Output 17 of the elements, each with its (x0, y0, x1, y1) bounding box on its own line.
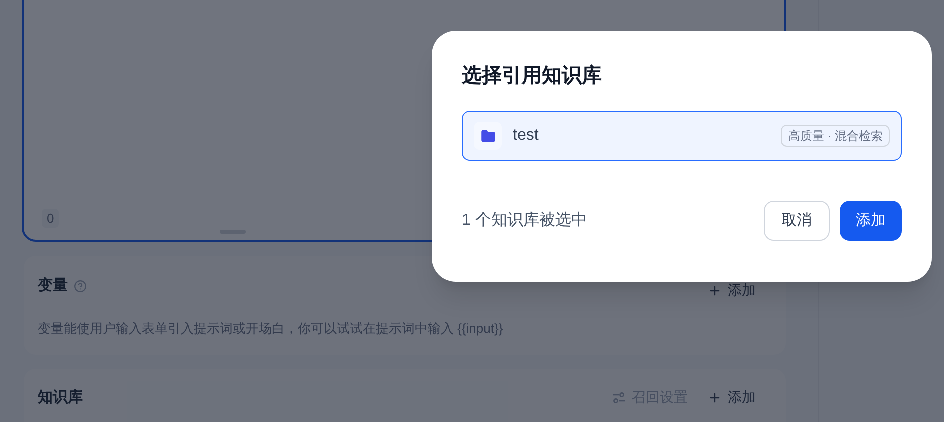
dataset-name: test (513, 126, 540, 146)
add-knowledge-button[interactable]: 添加 (708, 387, 756, 408)
dialog-title: 选择引用知识库 (462, 64, 603, 89)
dataset-mode-tag: 高质量 · 混合检索 (781, 125, 890, 147)
folder-icon (474, 122, 502, 150)
plus-icon (708, 284, 722, 298)
section-title: 变量 (38, 276, 68, 296)
cancel-button[interactable]: 取消 (764, 201, 830, 241)
settings-sliders-icon (612, 390, 626, 405)
selected-count: 1 个知识库被选中 (462, 210, 588, 231)
variables-description: 变量能使用户输入表单引入提示词或开场白，你可以试试在提示词中输入 {{input}} (38, 320, 504, 338)
help-icon[interactable] (74, 280, 87, 293)
char-count: 0 (42, 208, 60, 228)
plus-icon (708, 390, 722, 405)
add-button[interactable]: 添加 (840, 201, 902, 241)
dataset-item[interactable]: test 高质量 · 混合检索 (462, 111, 902, 161)
section-title: 知识库 (38, 388, 83, 408)
